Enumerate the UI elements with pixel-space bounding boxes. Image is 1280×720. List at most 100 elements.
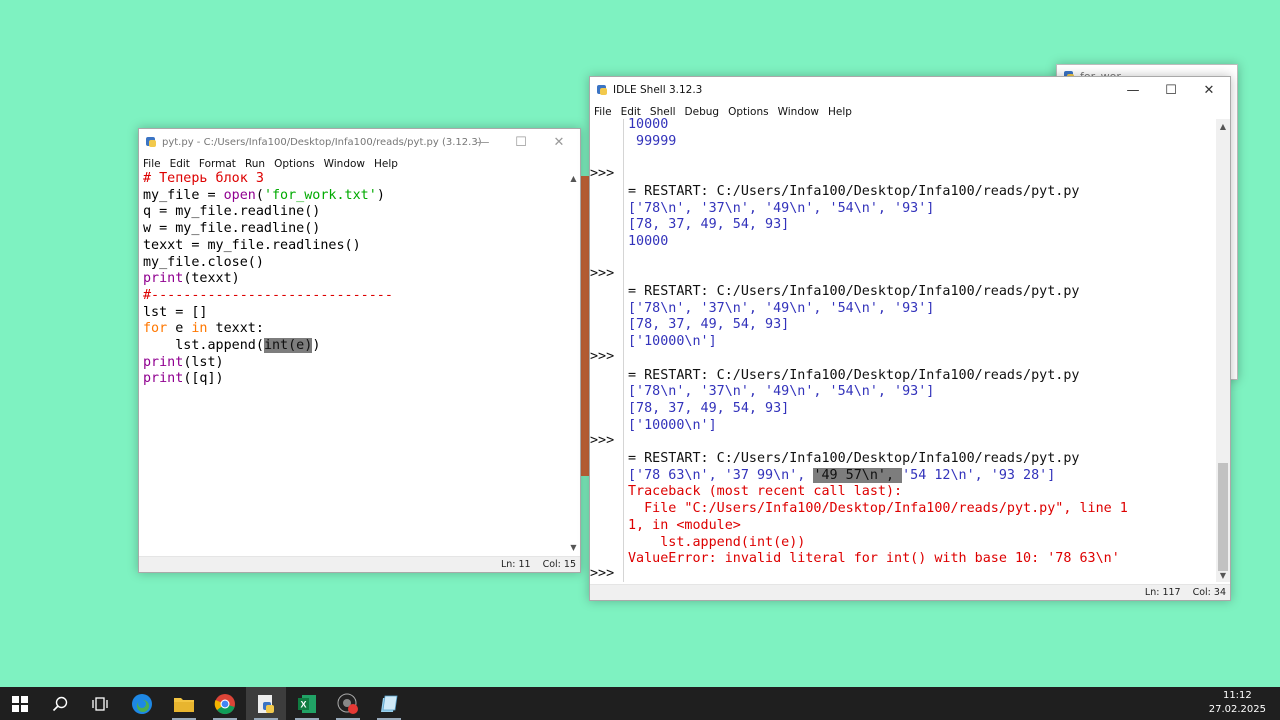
menu-window[interactable]: Window [324,158,365,170]
search-button[interactable] [40,687,80,720]
blank-line: ​ [628,150,1214,167]
shell-line: ['10000\n'] [628,417,717,433]
menu-file[interactable]: File [594,106,612,118]
shell-prompt: >>> [590,566,615,581]
maximize-button[interactable]: ☐ [1152,77,1190,103]
scroll-down-arrow[interactable]: ▼ [1216,568,1230,582]
code-line: print([q]) [143,371,224,387]
menu-help[interactable]: Help [374,158,398,170]
col-indicator: Col: 15 [542,559,576,570]
traceback-line: 1, in <module> [628,517,741,533]
task-view-button[interactable] [80,687,120,720]
idle-button[interactable] [246,687,286,720]
file-explorer-button[interactable] [164,687,204,720]
recorder-button[interactable] [328,687,368,720]
excel-icon: X [298,694,316,713]
editor-titlebar[interactable]: pyt.py - C:/Users/Infa100/Desktop/Infa10… [139,129,580,155]
code-line: my_file = open('for_work.txt') [143,187,385,203]
windows-icon [12,695,28,712]
shell-output-area[interactable]: 10000 99999​​= RESTART: C:/Users/Infa100… [628,117,1214,582]
taskbar: X 11:12 27.02.2025 [0,687,1280,720]
editor-code-area[interactable]: # Теперь блок 3 my_file = open('for_work.… [143,171,564,554]
shell-line: ['10000\n'] [628,334,717,350]
python-idle-icon [258,694,274,713]
traceback-line: Traceback (most recent call last): [628,484,903,500]
edge-icon [132,693,152,714]
maximize-button[interactable]: ☐ [502,129,540,155]
minimize-button[interactable]: — [1114,77,1152,103]
shell-line: 10000 [628,117,669,132]
blank-line: ​ [628,351,1214,368]
restart-line: = RESTART: C:/Users/Infa100/Desktop/Infa… [628,451,1080,467]
code-line: # Теперь блок 3 [143,171,264,186]
shell-line: ['78\n', '37\n', '49\n', '54\n', '93'] [628,300,935,316]
menu-format[interactable]: Format [199,158,236,170]
scroll-thumb[interactable] [1218,463,1228,571]
close-button[interactable]: ✕ [1190,77,1228,103]
code-line: lst = [] [143,304,208,320]
scroll-down-arrow[interactable]: ▼ [567,540,580,554]
shell-line: [78, 37, 49, 54, 93] [628,217,790,233]
blank-line: ​ [628,434,1214,451]
col-indicator: Col: 34 [1192,587,1226,598]
chrome-button[interactable] [205,687,245,720]
shell-prompt: >>> [590,166,615,181]
python-shell-icon [596,84,608,96]
edge-button[interactable] [122,687,162,720]
line-indicator: Ln: 117 [1144,587,1181,598]
shell-statusbar: Ln: 117 Col: 34 [590,584,1230,600]
svg-text:X: X [301,699,307,709]
code-line: #------------------------------ [143,287,393,303]
system-clock[interactable]: 11:12 27.02.2025 [1209,689,1266,717]
menu-file[interactable]: File [143,158,161,170]
shell-titlebar[interactable]: IDLE Shell 3.12.3 — ☐ ✕ [590,77,1230,103]
shell-line: [78, 37, 49, 54, 93] [628,400,790,416]
recorder-icon [337,693,358,714]
menu-options[interactable]: Options [274,158,315,170]
scroll-up-arrow[interactable]: ▲ [1216,119,1230,133]
selected-text: '49 57\n', [813,467,903,483]
code-line: for e in texxt: [143,321,264,337]
line-indicator: Ln: 11 [500,559,531,570]
blank-line: ​ [628,251,1214,268]
blank-line: ​ [628,267,1214,284]
notepad-button[interactable] [369,687,409,720]
traceback-line: File "C:/Users/Infa100/Desktop/Infa100/r… [628,501,1128,517]
restart-line: = RESTART: C:/Users/Infa100/Desktop/Infa… [628,183,1080,199]
notepad-icon [381,695,398,712]
editor-window[interactable]: pyt.py - C:/Users/Infa100/Desktop/Infa10… [138,128,581,573]
shell-line: ['78 63\n', '37 99\n', '49 57\n', '54 12… [628,467,1056,483]
python-file-icon [145,136,157,148]
menu-edit[interactable]: Edit [170,158,190,170]
clock-date: 27.02.2025 [1208,704,1266,715]
blank-line: ​ [628,167,1214,184]
code-line: w = my_file.readline() [143,221,321,237]
shell-window[interactable]: IDLE Shell 3.12.3 — ☐ ✕ File Edit Shell … [589,76,1231,601]
code-line: print(texxt) [143,271,240,287]
search-icon [52,696,68,711]
shell-line: 10000 [628,233,669,249]
shell-line: ['78\n', '37\n', '49\n', '54\n', '93'] [628,200,935,216]
shell-scrollbar[interactable]: ▲ ▼ [1216,119,1230,582]
menu-run[interactable]: Run [245,158,265,170]
minimize-button[interactable]: — [464,129,502,155]
editor-statusbar: Ln: 11 Col: 15 [139,556,580,572]
shell-prompt: >>> [590,433,615,448]
editor-scrollbar[interactable]: ▲ ▼ [567,171,580,554]
start-button[interactable] [0,687,40,720]
editor-title: pyt.py - C:/Users/Infa100/Desktop/Infa10… [162,136,482,148]
code-line: lst.append(int(e)) [143,338,321,354]
task-view-icon [92,696,108,711]
shell-prompt: >>> [590,349,615,364]
traceback-line: lst.append(int(e)) [628,534,806,550]
shell-line: 99999 [628,133,677,149]
scroll-up-arrow[interactable]: ▲ [567,171,580,185]
shell-line: ['78\n', '37\n', '49\n', '54\n', '93'] [628,384,935,400]
close-button[interactable]: ✕ [540,129,578,155]
excel-button[interactable]: X [287,687,327,720]
code-line: my_file.close() [143,254,264,270]
code-line: print(lst) [143,354,224,370]
prompt-gutter: >>> >>> >>> >>> >>> [590,119,624,582]
restart-line: = RESTART: C:/Users/Infa100/Desktop/Infa… [628,284,1080,300]
shell-line: [78, 37, 49, 54, 93] [628,317,790,333]
